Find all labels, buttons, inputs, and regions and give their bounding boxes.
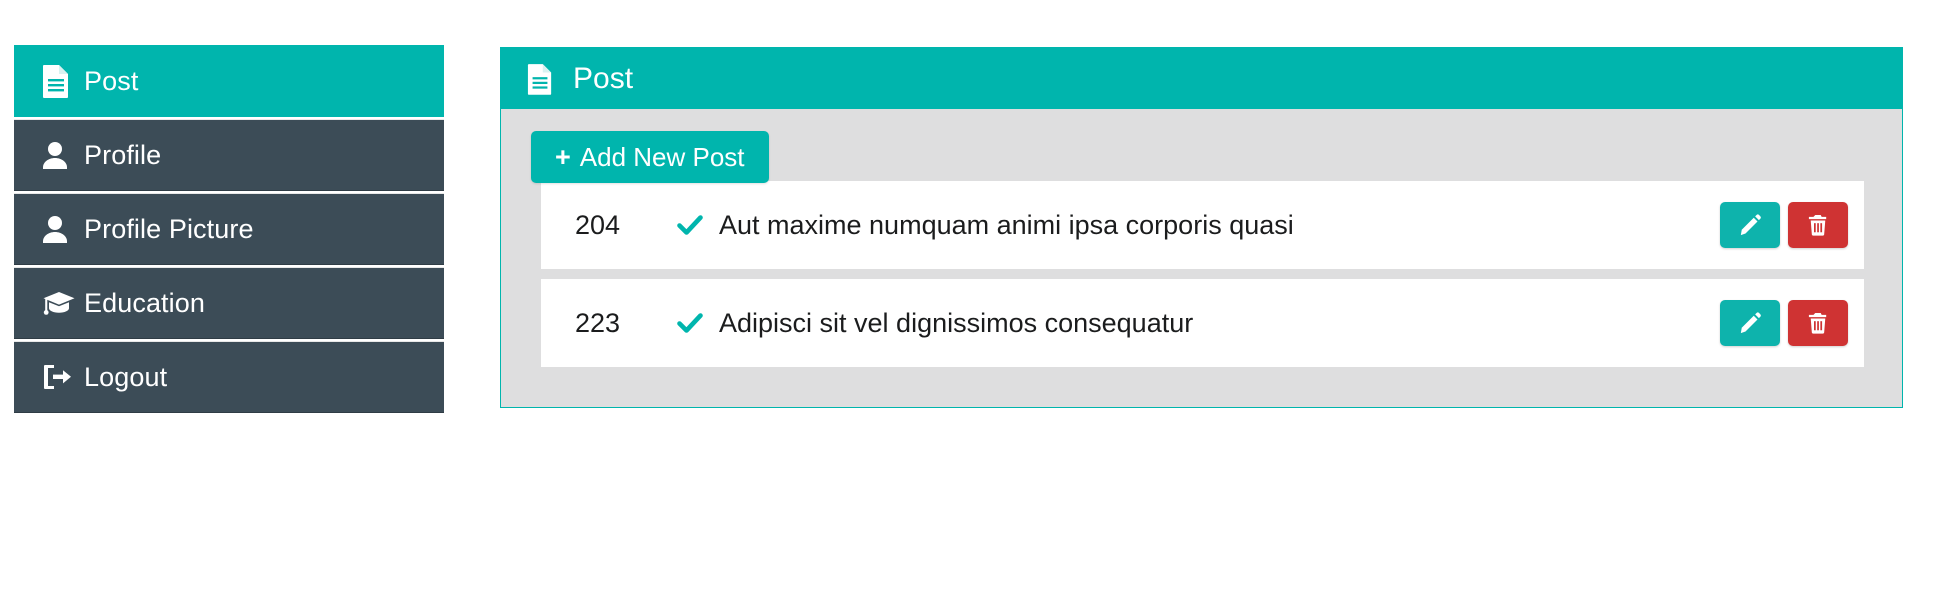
panel-body: + Add New Post 204 Aut maxime numquam an… — [501, 109, 1902, 407]
sidebar-item-label: Post — [84, 65, 139, 96]
post-title: Aut maxime numquam animi ipsa corporis q… — [719, 209, 1294, 240]
user-icon — [42, 215, 84, 243]
panel-header: Post — [501, 48, 1902, 109]
page-title: Post — [573, 61, 634, 95]
table-row[interactable]: 223 Adipisci sit vel dignissimos consequ… — [541, 279, 1864, 367]
sidebar: Post Profile Profile Picture Education L… — [14, 45, 444, 415]
post-id: 223 — [575, 307, 621, 338]
delete-button[interactable] — [1788, 202, 1848, 248]
pencil-icon — [1739, 214, 1761, 236]
post-title: Adipisci sit vel dignissimos consequatur — [719, 307, 1194, 338]
sidebar-item-post[interactable]: Post — [14, 45, 444, 117]
edit-button[interactable] — [1720, 202, 1780, 248]
row-actions — [1720, 300, 1848, 346]
post-id: 204 — [575, 209, 621, 240]
edit-button[interactable] — [1720, 300, 1780, 346]
user-icon — [42, 141, 84, 169]
sidebar-item-profile[interactable]: Profile — [14, 119, 444, 191]
sign-out-icon — [42, 363, 84, 391]
sidebar-item-education[interactable]: Education — [14, 267, 444, 339]
sidebar-item-profile-picture[interactable]: Profile Picture — [14, 193, 444, 265]
trash-icon — [1808, 214, 1828, 236]
row-actions — [1720, 202, 1848, 248]
pencil-icon — [1739, 312, 1761, 334]
post-panel: Post + Add New Post 204 Aut maxime numqu… — [500, 47, 1903, 408]
table-row[interactable]: 204 Aut maxime numquam animi ipsa corpor… — [541, 181, 1864, 269]
plus-icon: + — [555, 141, 571, 172]
check-icon — [677, 312, 711, 334]
sidebar-item-label: Logout — [84, 361, 168, 392]
file-text-icon — [42, 64, 84, 98]
trash-icon — [1808, 312, 1828, 334]
graduation-cap-icon — [42, 289, 84, 317]
add-new-post-label: Add New Post — [579, 142, 745, 172]
sidebar-item-logout[interactable]: Logout — [14, 341, 444, 413]
delete-button[interactable] — [1788, 300, 1848, 346]
sidebar-item-label: Education — [84, 287, 205, 318]
post-list: 204 Aut maxime numquam animi ipsa corpor… — [531, 181, 1864, 367]
sidebar-item-label: Profile — [84, 139, 162, 170]
check-icon — [677, 214, 711, 236]
file-text-icon — [527, 63, 567, 95]
add-new-post-button[interactable]: + Add New Post — [531, 131, 769, 183]
sidebar-item-label: Profile Picture — [84, 213, 254, 244]
